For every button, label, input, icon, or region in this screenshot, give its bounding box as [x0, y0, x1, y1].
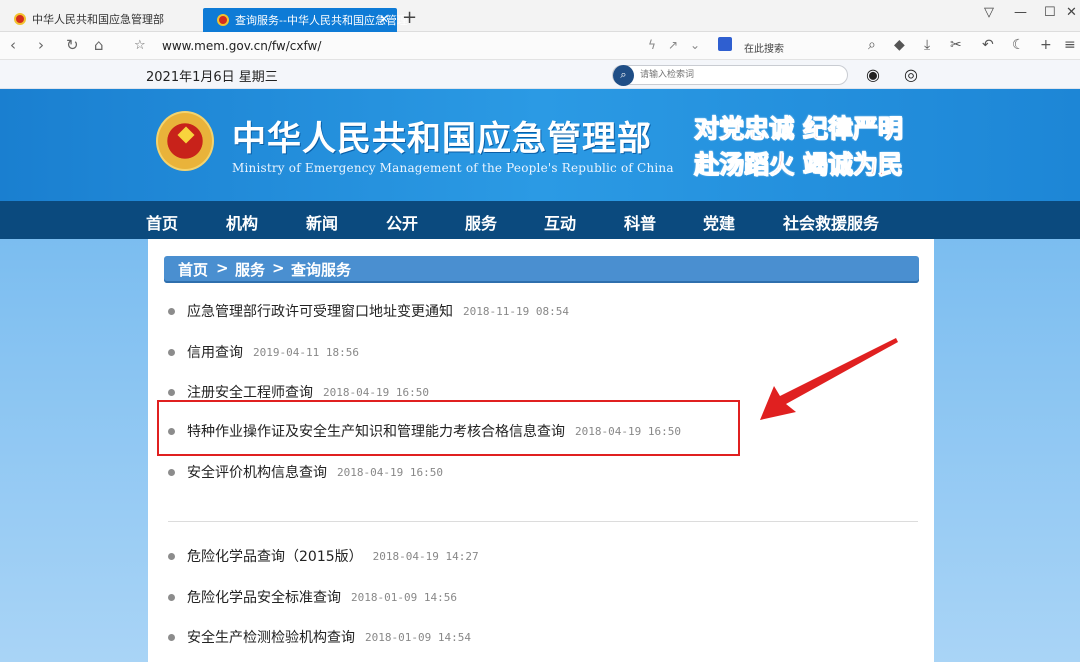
bullet-icon	[168, 388, 175, 396]
breadcrumb-separator: >	[272, 259, 285, 277]
home-icon[interactable]: ⌂	[94, 36, 104, 54]
breadcrumb-service[interactable]: 服务	[235, 259, 265, 280]
forward-icon[interactable]: ›	[38, 36, 44, 54]
nav-item-organization[interactable]: 机构	[226, 210, 258, 234]
minimize-icon[interactable]: —	[1014, 5, 1027, 20]
nav-item-service[interactable]: 服务	[465, 210, 497, 234]
add-icon[interactable]: +	[1040, 37, 1052, 53]
back-icon[interactable]: ‹	[10, 36, 16, 54]
browser-tab-strip: 中华人民共和国应急管理部 查询服务--中华人民共和国应急管理 ✕ + ▽ — ☐…	[0, 0, 1080, 32]
scissors-icon[interactable]: ✂	[950, 37, 962, 53]
nav-item-public[interactable]: 公开	[386, 210, 418, 234]
section-divider	[168, 521, 918, 522]
game-icon[interactable]: ◆	[894, 37, 905, 53]
weibo-icon[interactable]: ◉	[866, 65, 886, 84]
site-banner: 中华人民共和国应急管理部 Ministry of Emergency Manag…	[0, 89, 1080, 201]
breadcrumb-home[interactable]: 首页	[178, 259, 208, 280]
search-engine-icon[interactable]	[718, 37, 732, 51]
maximize-icon[interactable]: ☐	[1044, 5, 1056, 20]
address-bar: ‹ › ↻ ⌂ ☆ www.mem.gov.cn/fw/cxfw/ ϟ ↗ ⌄ …	[0, 32, 1080, 60]
close-tab-icon[interactable]: ✕	[379, 12, 389, 26]
site-search-box[interactable]: ⌕	[612, 65, 848, 86]
highlight-box	[157, 400, 740, 456]
list-item[interactable]: 危险化学品安全标准查询 2018-01-09 14:56	[168, 586, 457, 608]
search-icon[interactable]: ⌕	[613, 65, 634, 86]
download-icon[interactable]: ⤓	[924, 37, 930, 53]
main-nav: 首页 机构 新闻 公开 服务 互动 科普 党建 社会救援服务	[0, 201, 1080, 239]
list-item[interactable]: 安全评价机构信息查询 2018-04-19 16:50	[168, 461, 443, 483]
browser-tab[interactable]: 中华人民共和国应急管理部	[0, 6, 200, 32]
list-item[interactable]: 应急管理部行政许可受理窗口地址变更通知 2018-11-19 08:54	[168, 300, 569, 322]
wechat-icon[interactable]: ◎	[904, 65, 924, 84]
site-emblem-icon	[217, 14, 229, 26]
annotation-arrow-icon	[760, 338, 898, 420]
list-item-date: 2019-04-11 18:56	[253, 345, 359, 359]
breadcrumb: 首页 > 服务 > 查询服务	[164, 256, 919, 283]
search-engine-label[interactable]: 在此搜索	[744, 40, 784, 55]
list-item-date: 2018-01-09 14:54	[365, 630, 471, 644]
site-emblem-icon	[14, 13, 26, 25]
bullet-icon	[168, 348, 175, 356]
bullet-icon	[168, 593, 175, 601]
list-item[interactable]: 危险化学品查询（2015版） 2018-04-19 14:27	[168, 545, 479, 567]
nav-item-rescue-service[interactable]: 社会救援服务	[783, 210, 879, 234]
slogan-line-1: 对党忠诚 纪律严明	[694, 114, 904, 144]
list-item-title[interactable]: 安全生产检测检验机构查询	[187, 627, 355, 647]
nav-item-party[interactable]: 党建	[703, 210, 735, 234]
site-search-input[interactable]	[640, 68, 840, 82]
breadcrumb-separator: >	[216, 259, 229, 277]
list-item[interactable]: 信用查询 2019-04-11 18:56	[168, 341, 359, 363]
list-item-title[interactable]: 危险化学品查询（2015版）	[187, 546, 363, 566]
list-item-title[interactable]: 安全评价机构信息查询	[187, 462, 327, 482]
current-date: 2021年1月6日 星期三	[146, 70, 278, 85]
night-mode-icon[interactable]: ☾	[1012, 37, 1025, 53]
list-item-date: 2018-04-19 14:27	[372, 549, 479, 563]
list-item-date: 2018-04-19 16:50	[337, 465, 443, 479]
site-top-strip: 2021年1月6日 星期三 ⌕ ◉ ◎	[0, 60, 1080, 89]
bullet-icon	[168, 468, 175, 476]
browser-tab-active[interactable]: 查询服务--中华人民共和国应急管理 ✕	[203, 8, 408, 32]
chevron-down-icon[interactable]: ⌄	[690, 38, 700, 52]
national-emblem-icon	[156, 111, 214, 171]
list-item-title[interactable]: 信用查询	[187, 342, 243, 362]
list-item-title[interactable]: 应急管理部行政许可受理窗口地址变更通知	[187, 301, 453, 321]
tab-label: 中华人民共和国应急管理部	[32, 13, 164, 26]
bullet-icon	[168, 552, 175, 560]
undo-icon[interactable]: ↶	[982, 37, 994, 53]
nav-item-home[interactable]: 首页	[146, 210, 178, 234]
nav-item-science[interactable]: 科普	[624, 210, 656, 234]
list-item-date: 2018-01-09 14:56	[351, 590, 457, 604]
list-item-date: 2018-04-19 16:50	[323, 385, 429, 399]
nav-item-interaction[interactable]: 互动	[544, 210, 576, 234]
list-item-title[interactable]: 危险化学品安全标准查询	[187, 587, 341, 607]
bullet-icon	[168, 633, 175, 641]
reload-icon[interactable]: ↻	[66, 36, 79, 54]
search-icon[interactable]: ⌕	[868, 37, 876, 53]
menu-icon[interactable]: ≡	[1064, 37, 1076, 53]
slogan-line-2: 赴汤蹈火 竭诚为民	[694, 150, 904, 180]
share-icon[interactable]: ↗	[668, 38, 678, 52]
bookmark-star-icon[interactable]: ☆	[134, 38, 146, 53]
bullet-icon	[168, 307, 175, 315]
nav-item-news[interactable]: 新闻	[306, 210, 338, 234]
list-item-title[interactable]: 注册安全工程师查询	[187, 382, 313, 402]
close-window-icon[interactable]: ✕	[1066, 5, 1077, 20]
new-tab-icon[interactable]: +	[402, 7, 417, 28]
shirt-icon[interactable]: ▽	[984, 5, 994, 20]
lightning-icon[interactable]: ϟ	[648, 38, 656, 52]
list-item[interactable]: 安全生产检测检验机构查询 2018-01-09 14:54	[168, 626, 471, 648]
list-item-date: 2018-11-19 08:54	[463, 304, 569, 318]
url-field[interactable]: www.mem.gov.cn/fw/cxfw/	[162, 39, 321, 53]
site-title[interactable]: 中华人民共和国应急管理部	[232, 111, 652, 160]
site-subtitle: Ministry of Emergency Management of the …	[232, 161, 674, 175]
breadcrumb-current: 查询服务	[291, 261, 352, 279]
